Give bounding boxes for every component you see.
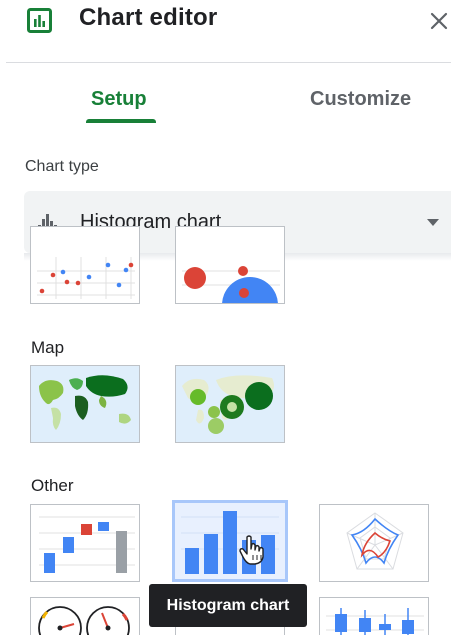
geo-chart-option[interactable] (30, 365, 140, 443)
waterfall-chart-option[interactable] (30, 504, 140, 582)
chart-type-label: Chart type (25, 158, 99, 175)
histogram-chart-tooltip: Histogram chart (149, 584, 307, 627)
radar-chart-thumbnail-icon (346, 512, 404, 570)
histogram-chart-option[interactable] (172, 500, 288, 582)
bubble-chart-thumbnail-icon (182, 266, 280, 303)
hand-pointer-cursor-icon (239, 535, 264, 565)
waterfall-chart-thumbnail-icon (39, 516, 135, 573)
geo-chart-thumbnail-icon (31, 366, 139, 442)
tab-customize[interactable]: Customize (310, 88, 411, 111)
geo-chart-markers-option[interactable] (175, 365, 285, 443)
radar-chart-option[interactable] (319, 504, 429, 582)
candlestick-chart-option[interactable] (319, 597, 429, 635)
chart-bar-square-icon (27, 8, 52, 33)
tab-setup[interactable]: Setup (91, 88, 147, 111)
caret-down-icon (427, 219, 439, 226)
panel-title: Chart editor (79, 4, 218, 31)
candlestick-chart-thumbnail-icon (326, 608, 424, 635)
histogram-chart-thumbnail-icon (181, 511, 279, 574)
gauge-chart-thumbnail-icon (38, 606, 130, 635)
group-label-other: Other (31, 476, 74, 495)
active-tab-indicator (86, 119, 156, 123)
group-label-map: Map (31, 338, 65, 357)
scatter-chart-thumbnail-icon (37, 257, 135, 299)
chart-editor-header: Chart editor (0, 0, 451, 62)
editor-tabs: Setup Customize (0, 63, 451, 123)
close-icon[interactable] (428, 10, 450, 32)
geo-markers-thumbnail-icon (176, 366, 284, 442)
chart-editor-panel: Chart editor Setup Customize Chart type … (0, 0, 451, 635)
scatter-chart-option[interactable] (30, 226, 140, 304)
bubble-chart-option[interactable] (175, 226, 285, 304)
gauge-chart-option[interactable] (30, 597, 140, 635)
